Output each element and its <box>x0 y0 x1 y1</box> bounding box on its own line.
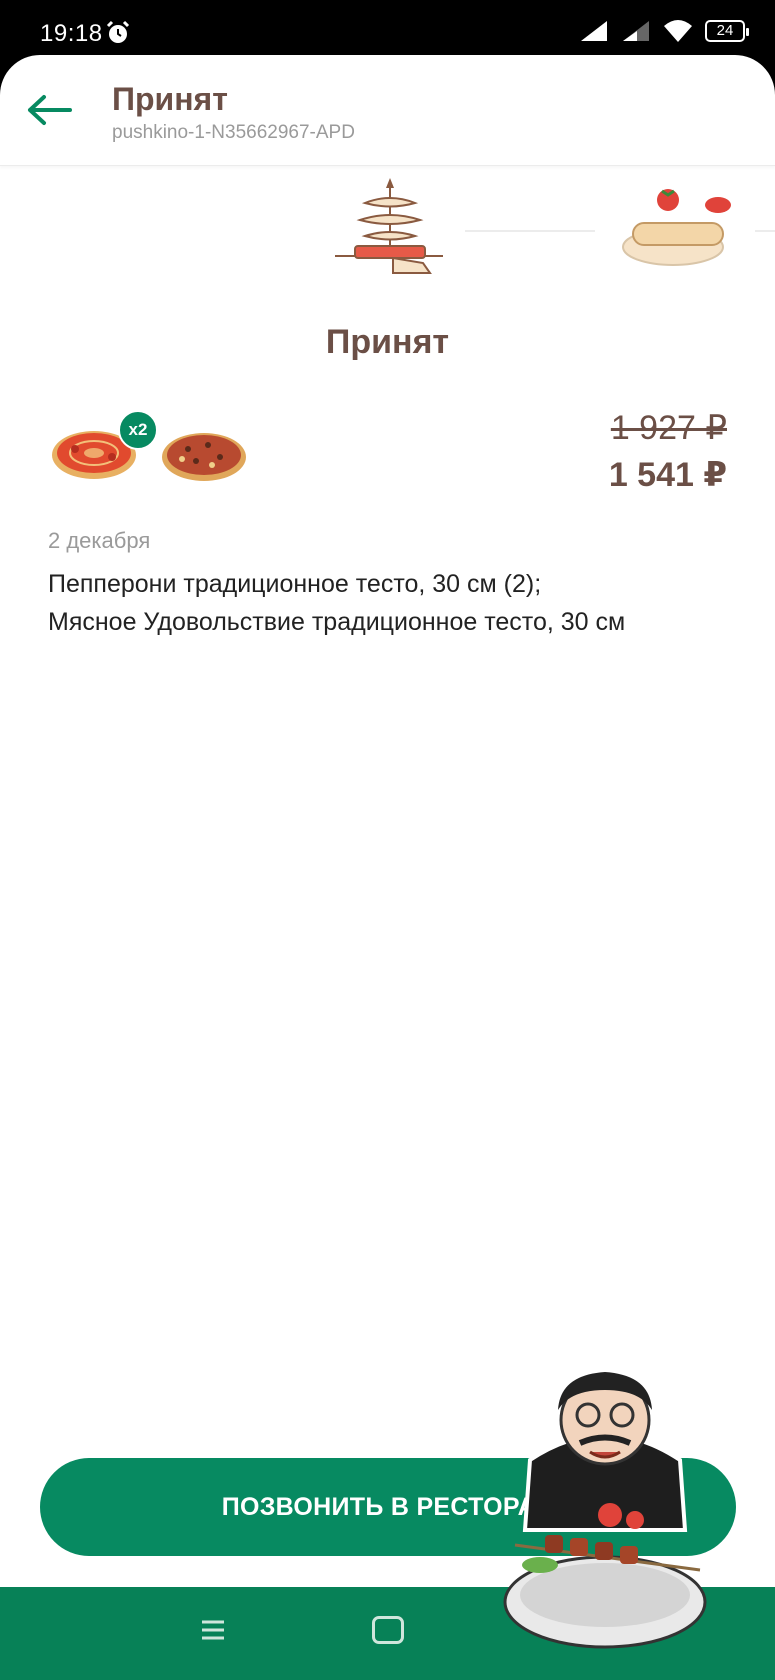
status-time: 19:18 <box>40 20 103 47</box>
page-title: Принят <box>112 81 228 117</box>
chef-sticker <box>503 1372 707 1649</box>
cell-signal-weak-icon <box>623 21 649 41</box>
app-header: Принят pushkino-1-N35662967-APD <box>0 55 775 166</box>
battery-level: 24 <box>716 22 734 39</box>
home-icon[interactable] <box>372 1616 404 1644</box>
order-item: Мясное Удовольствие традиционное тесто, … <box>48 608 626 636</box>
stage-connector <box>755 230 775 232</box>
menu-icon[interactable] <box>200 1617 226 1643</box>
stage-label: Принят <box>325 323 450 361</box>
meat-pizza-icon <box>162 433 246 481</box>
stage-connector <box>465 230 595 232</box>
old-price: 1 927 ₽ <box>610 409 727 447</box>
wifi-icon <box>664 20 692 42</box>
quantity-badge: x2 <box>118 410 158 450</box>
arrow-left-icon[interactable] <box>22 85 78 135</box>
new-price: 1 541 ₽ <box>608 456 727 494</box>
order-date: 2 декабря <box>48 528 151 553</box>
alarm-icon <box>106 20 130 43</box>
order-id: pushkino-1-N35662967-APD <box>112 122 355 143</box>
order-accepted-stage-icon <box>335 178 443 274</box>
battery-icon: 24 <box>705 20 749 42</box>
dough-preparation-stage-icon <box>622 189 731 266</box>
order-item: Пепперони традиционное тесто, 30 см (2); <box>48 570 542 598</box>
cell-signal-icon <box>581 21 607 41</box>
